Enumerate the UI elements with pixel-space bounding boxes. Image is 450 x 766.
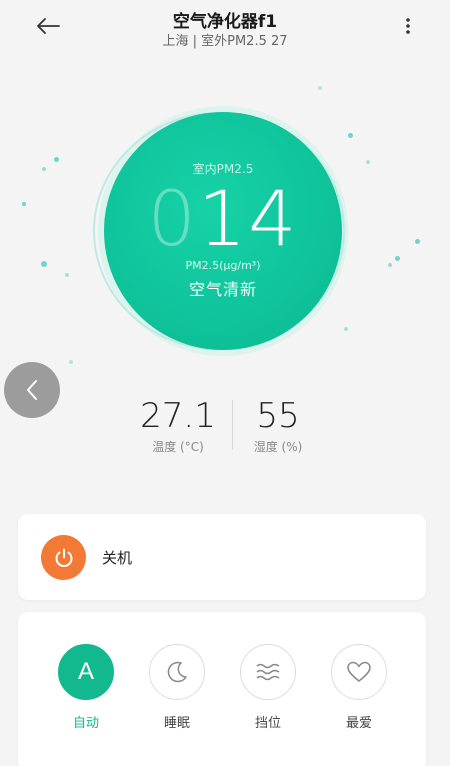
more-vertical-icon bbox=[406, 18, 410, 34]
particle-dot bbox=[54, 157, 59, 162]
power-icon bbox=[55, 548, 72, 567]
moon-icon-svg bbox=[167, 661, 187, 683]
mode-speed-label: 挡位 bbox=[254, 716, 281, 731]
humidity-value: 55 bbox=[256, 396, 300, 436]
pm25-leading-digit: 0 bbox=[147, 174, 198, 263]
mode-favorite-label: 最爱 bbox=[345, 716, 372, 731]
page-title: 空气净化器f1 bbox=[172, 12, 278, 32]
environment-stats: 27.1 温度 (°C) 55 湿度 (%) bbox=[0, 396, 450, 460]
page-subtitle: 上海 | 室外PM2.5 27 bbox=[162, 34, 288, 49]
waves-icon bbox=[240, 644, 296, 700]
mode-auto[interactable]: A 自动 bbox=[58, 644, 114, 731]
pm25-reading-circle: 室内PM2.5 014 PM2.5(μg/m³) 空气清新 bbox=[104, 112, 342, 350]
stats-divider bbox=[232, 400, 233, 450]
auto-icon-letter: A bbox=[77, 658, 94, 685]
heart-icon-svg bbox=[347, 661, 371, 682]
power-label: 关机 bbox=[102, 549, 133, 567]
particle-dot bbox=[69, 360, 73, 364]
mode-auto-label: 自动 bbox=[72, 716, 99, 731]
temperature-value: 27.1 bbox=[140, 396, 216, 436]
air-quality-status: 空气清新 bbox=[188, 280, 257, 299]
mode-favorite[interactable]: 最爱 bbox=[331, 644, 387, 731]
auto-icon: A bbox=[58, 644, 114, 700]
temperature-stat: 27.1 温度 (°C) bbox=[130, 396, 226, 455]
app-header: 空气净化器f1 上海 | 室外PM2.5 27 bbox=[0, 0, 450, 60]
pm25-value: 014 bbox=[147, 179, 298, 259]
power-card: 关机 bbox=[18, 514, 426, 600]
particle-dot bbox=[65, 273, 69, 277]
mode-card: A 自动 睡眠 挡位 最爱 bbox=[18, 612, 426, 766]
particle-dot bbox=[42, 167, 46, 171]
particle-dot bbox=[388, 263, 392, 267]
mode-sleep-label: 睡眠 bbox=[163, 716, 190, 731]
particle-dot bbox=[366, 160, 370, 164]
particle-dot bbox=[415, 239, 420, 244]
particle-dot bbox=[41, 261, 47, 267]
more-menu-button[interactable] bbox=[396, 10, 420, 42]
temperature-label: 温度 (°C) bbox=[152, 440, 204, 454]
humidity-stat: 55 湿度 (%) bbox=[240, 396, 316, 455]
mode-speed[interactable]: 挡位 bbox=[240, 644, 296, 731]
mode-sleep[interactable]: 睡眠 bbox=[149, 644, 205, 731]
particle-dot bbox=[344, 327, 348, 331]
humidity-label: 湿度 (%) bbox=[253, 440, 303, 454]
pm25-number: 14 bbox=[197, 174, 299, 263]
moon-icon bbox=[149, 644, 205, 700]
waves-icon-svg bbox=[256, 663, 280, 681]
particle-dot bbox=[318, 86, 322, 90]
particle-dot bbox=[348, 133, 353, 138]
particle-dot bbox=[22, 202, 26, 206]
heart-icon bbox=[331, 644, 387, 700]
pm25-unit: PM2.5(μg/m³) bbox=[185, 259, 261, 272]
power-button[interactable] bbox=[41, 535, 86, 580]
particle-dot bbox=[395, 256, 400, 261]
